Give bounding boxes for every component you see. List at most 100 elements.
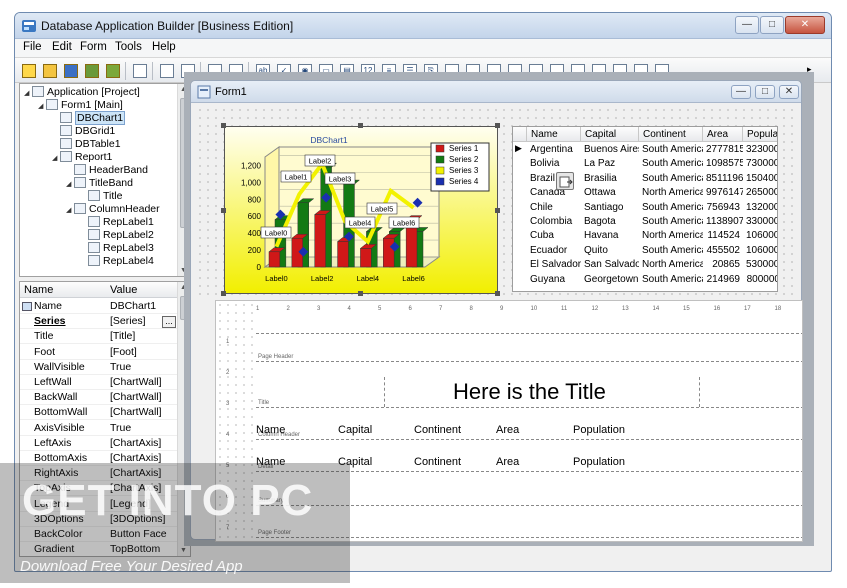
open-icon[interactable] [40,61,60,81]
grid-cell[interactable]: South America [639,158,703,172]
grid-cell[interactable]: Colombia [527,216,581,230]
property-value[interactable]: [ChartWall] [110,376,162,388]
minimize-button[interactable]: — [735,16,759,34]
tree-item[interactable]: RepLabel3 [80,242,154,255]
grid-cell[interactable]: 455502 [703,245,743,259]
resize-handle[interactable] [221,208,226,213]
property-value[interactable]: [ChartWall] [110,391,162,403]
grid-cell[interactable]: 10600000 [743,245,777,259]
grid-cell[interactable]: 1138907 [703,216,743,230]
tree-item[interactable]: Title [80,190,122,203]
grid-cell[interactable]: South America [639,173,703,187]
tree-item[interactable]: HeaderBand [66,164,148,177]
grid-cell[interactable]: 20865 [703,259,743,273]
grid-cell[interactable]: San Salvador [581,259,639,273]
dbgrid1[interactable]: NameCapitalContinentAreaPopulation ▶ Argen… [512,126,778,292]
grid-cell[interactable]: Chile [527,202,581,216]
property-row[interactable]: Title [Title] [20,329,179,345]
grid-cell[interactable]: North America [639,259,703,273]
report-band-1[interactable] [256,407,802,408]
grid-cell[interactable]: South America [639,144,703,158]
grid-cell[interactable]: Bolivia [527,158,581,172]
property-value[interactable]: [Series] [110,315,146,327]
grid-cell[interactable]: Argentina [527,144,581,158]
project-tree[interactable]: ◢ Application [Project] ◢ Form1 [Main] DBCha… [19,83,191,277]
series-ellipsis-button[interactable]: ... [162,316,176,328]
property-value[interactable]: [ChartWall] [110,406,162,418]
property-row[interactable]: WallVisible True [20,360,179,375]
grid-cell[interactable]: 26500000 [743,187,777,201]
grid-cell[interactable]: 33000000 [743,216,777,230]
save-icon[interactable] [61,61,81,81]
export-icon[interactable] [103,61,123,81]
resize-handle[interactable] [358,123,363,128]
resize-handle[interactable] [221,123,226,128]
property-row[interactable]: Series [Series] [20,314,179,330]
expand-arrow-icon[interactable]: ◢ [38,102,46,110]
grid-cell[interactable]: Santiago [581,202,639,216]
grid-cell[interactable]: Havana [581,230,639,244]
resize-handle[interactable] [495,208,500,213]
property-value[interactable]: DBChart1 [110,300,156,312]
property-row[interactable]: Foot [Foot] [20,345,179,360]
report-band-2[interactable] [256,439,802,440]
grid-cell[interactable]: 32300003 [743,144,777,158]
tree-item[interactable]: DBGrid1 [52,125,115,138]
grid-cell[interactable]: Ottawa [581,187,639,201]
column-header-label[interactable]: Name [256,424,285,436]
close-button[interactable]: ✕ [785,16,825,34]
grid-cell[interactable]: Bagota [581,216,639,230]
tree-item[interactable]: RepLabel2 [80,229,154,242]
grid-column-header[interactable]: Capital [581,127,639,142]
property-value[interactable]: True [110,361,131,373]
grid-cell[interactable]: 150400000 [743,173,777,187]
grid-cell[interactable]: El Salvador [527,259,581,273]
property-value[interactable]: [Foot] [110,346,137,358]
grid-cell[interactable]: Georgetown [581,274,639,288]
run-icon[interactable] [130,61,150,81]
grid-cell[interactable]: Guyana [527,274,581,288]
resize-handle[interactable] [495,123,500,128]
form-minimize-button[interactable]: — [731,85,751,99]
property-value[interactable]: [ChartAxis] [110,437,161,449]
grid-cell[interactable]: North America [639,187,703,201]
grid-cell[interactable]: South America [639,245,703,259]
grid-cell[interactable]: 10600000 [743,230,777,244]
grid-cell[interactable]: 8511196 [703,173,743,187]
grid-cell[interactable]: Brasilia [581,173,639,187]
expand-arrow-icon[interactable]: ◢ [66,206,74,214]
property-row[interactable]: LeftAxis [ChartAxis] [20,436,179,451]
expand-arrow-icon[interactable]: ◢ [66,180,74,188]
tree-item[interactable]: RepLabel1 [80,216,154,229]
form-maximize-button[interactable]: □ [755,85,775,99]
maximize-button[interactable]: □ [760,16,784,34]
grid-cell[interactable]: Cuba [527,230,581,244]
form-close-button[interactable]: ✕ [779,85,799,99]
property-row[interactable]: Name DBChart1 [20,299,179,314]
detail-field-label[interactable]: Area [496,456,519,468]
column-header-label[interactable]: Population [573,424,625,436]
property-row[interactable]: LeftWall [ChartWall] [20,375,179,390]
menu-tools[interactable]: Tools [115,41,142,53]
grid-cell[interactable]: La Paz [581,158,639,172]
grid-column-header[interactable]: Area [703,127,743,142]
column-header-label[interactable]: Area [496,424,519,436]
grid-cell[interactable]: Quito [581,245,639,259]
resize-handle[interactable] [495,291,500,296]
copy-icon[interactable] [157,61,177,81]
tree-item[interactable]: ◢ TitleBand [66,177,133,190]
grid-cell[interactable]: Ecuador [527,245,581,259]
tree-item[interactable]: ◢ ColumnHeader [66,203,160,216]
grid-cell[interactable]: 114524 [703,230,743,244]
property-row[interactable]: BackWall [ChartWall] [20,390,179,406]
grid-cell[interactable]: 214969 [703,274,743,288]
grid-cell[interactable]: 13200000 [743,202,777,216]
tree-item[interactable]: DBTable1 [52,138,121,151]
tree-item[interactable]: RepLabel4 [80,255,154,268]
report-band-0[interactable] [256,361,802,362]
grid-cell[interactable]: South America [639,202,703,216]
grid-cell[interactable]: 7300000 [743,158,777,172]
grid-cell[interactable]: North America [639,230,703,244]
expand-arrow-icon[interactable]: ◢ [52,154,60,162]
tree-item[interactable]: DBChart1 [52,111,126,125]
